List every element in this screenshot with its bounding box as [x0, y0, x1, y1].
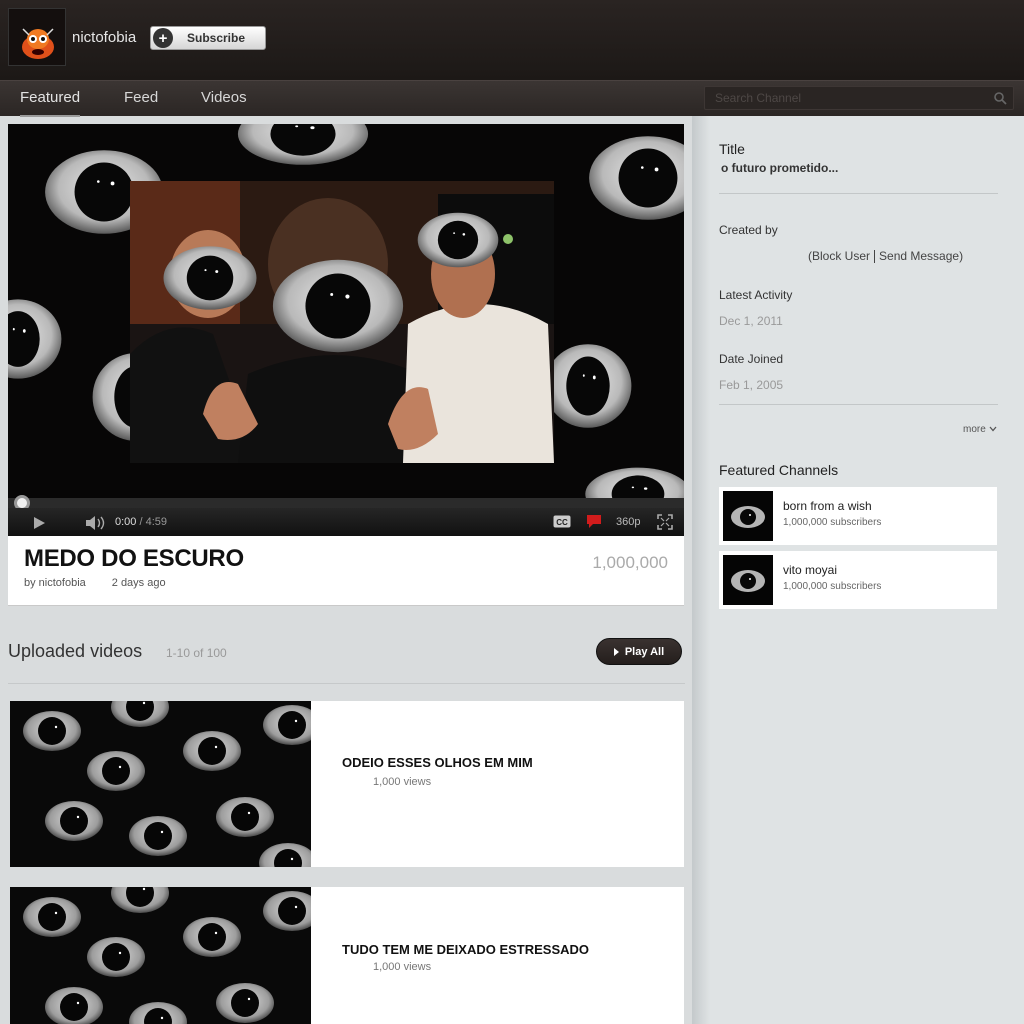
featured-channel-item[interactable]: born from a wish 1,000,000 subscribers — [719, 487, 997, 545]
time-display: 0:00 / 4:59 — [115, 516, 167, 528]
play-all-label: Play All — [624, 645, 665, 658]
cc-icon[interactable]: CC — [553, 515, 571, 528]
divider — [8, 683, 685, 684]
player-controls: 0:00 / 4:59 CC 360p — [8, 508, 684, 536]
video-author[interactable]: by nictofobia — [24, 577, 86, 589]
title-value: o futuro prometido... — [721, 161, 839, 175]
link-separator — [874, 250, 876, 264]
current-time: 0:00 — [115, 516, 137, 528]
latest-activity-label: Latest Activity — [719, 288, 793, 302]
video-byline: by nictofobia 2 days ago — [24, 577, 166, 589]
volume-icon[interactable] — [85, 515, 107, 531]
search-icon[interactable] — [993, 91, 1007, 105]
user-actions: (Block User Send Message) — [808, 249, 963, 264]
subscribe-button[interactable]: + Subscribe — [150, 26, 266, 50]
progress-bar[interactable] — [8, 495, 684, 511]
featured-channel-item[interactable]: vito moyai 1,000,000 subscribers — [719, 551, 997, 609]
video-frame[interactable] — [8, 124, 684, 498]
upload-title[interactable]: ODEIO ESSES OLHOS EM MIM — [342, 755, 533, 770]
divider — [719, 193, 998, 194]
play-triangle-icon — [613, 647, 619, 656]
featured-channel-subscribers: 1,000,000 subscribers — [783, 517, 882, 528]
uploads-range: 1-10 of 100 — [166, 646, 227, 660]
subscribe-label: Subscribe — [187, 31, 246, 45]
play-icon[interactable] — [32, 516, 46, 530]
duration: 4:59 — [145, 516, 168, 528]
featured-channels-heading: Featured Channels — [719, 462, 839, 478]
block-user-link[interactable]: (Block User — [808, 249, 870, 263]
chevron-down-icon — [989, 426, 997, 432]
play-all-button[interactable]: Play All — [596, 638, 682, 665]
featured-channel-subscribers: 1,000,000 subscribers — [783, 581, 882, 592]
tab-feed[interactable]: Feed — [124, 81, 158, 117]
more-label: more — [963, 424, 986, 435]
time-separator: / — [136, 516, 146, 528]
latest-activity-value: Dec 1, 2011 — [719, 314, 783, 328]
channel-thumbnail[interactable] — [723, 491, 773, 541]
created-by-label: Created by — [719, 223, 778, 237]
channel-header: nictofobia + Subscribe — [0, 0, 1024, 80]
upload-title[interactable]: TUDO TEM ME DEIXADO ESTRESSADO — [342, 942, 589, 957]
channel-thumbnail[interactable] — [723, 555, 773, 605]
title-label: Title — [719, 141, 745, 157]
annotation-icon[interactable] — [586, 514, 602, 529]
plus-icon: + — [153, 28, 173, 48]
view-count: 1,000,000 — [592, 553, 668, 572]
date-joined-value: Feb 1, 2005 — [719, 378, 784, 392]
date-joined-label: Date Joined — [719, 352, 784, 366]
upload-item[interactable]: ODEIO ESSES OLHOS EM MIM 1,000 views — [10, 701, 684, 867]
tab-videos[interactable]: Videos — [201, 81, 247, 117]
upload-views: 1,000 views — [373, 776, 432, 788]
channel-sidebar: Title o futuro prometido... Created by (… — [692, 116, 1024, 1024]
upload-views: 1,000 views — [373, 961, 432, 973]
video-title[interactable]: MEDO DO ESCURO — [24, 545, 244, 573]
quality-selector[interactable]: 360p — [616, 516, 640, 528]
search-input[interactable] — [705, 87, 985, 109]
divider — [719, 404, 998, 405]
uploads-heading: Uploaded videos — [8, 641, 143, 661]
send-message-link[interactable]: Send Message) — [879, 249, 963, 263]
fullscreen-icon[interactable] — [657, 514, 673, 530]
video-player[interactable]: 0:00 / 4:59 CC 360p — [8, 124, 684, 536]
video-info: MEDO DO ESCURO by nictofobia 2 days ago 1… — [8, 536, 684, 606]
tab-featured[interactable]: Featured — [20, 81, 81, 117]
featured-channel-name[interactable]: vito moyai — [783, 563, 837, 577]
upload-item[interactable]: TUDO TEM ME DEIXADO ESTRESSADO 1,000 vie… — [10, 887, 684, 1024]
video-age: 2 days ago — [111, 577, 166, 589]
video-thumbnail[interactable] — [10, 887, 311, 1024]
video-thumbnail[interactable] — [10, 701, 311, 867]
featured-channel-name[interactable]: born from a wish — [783, 499, 872, 513]
svg-text:CC: CC — [556, 518, 568, 527]
channel-name[interactable]: nictofobia — [72, 29, 136, 46]
channel-search — [704, 86, 1014, 110]
more-link[interactable]: more — [963, 424, 997, 435]
channel-avatar[interactable] — [8, 8, 66, 66]
